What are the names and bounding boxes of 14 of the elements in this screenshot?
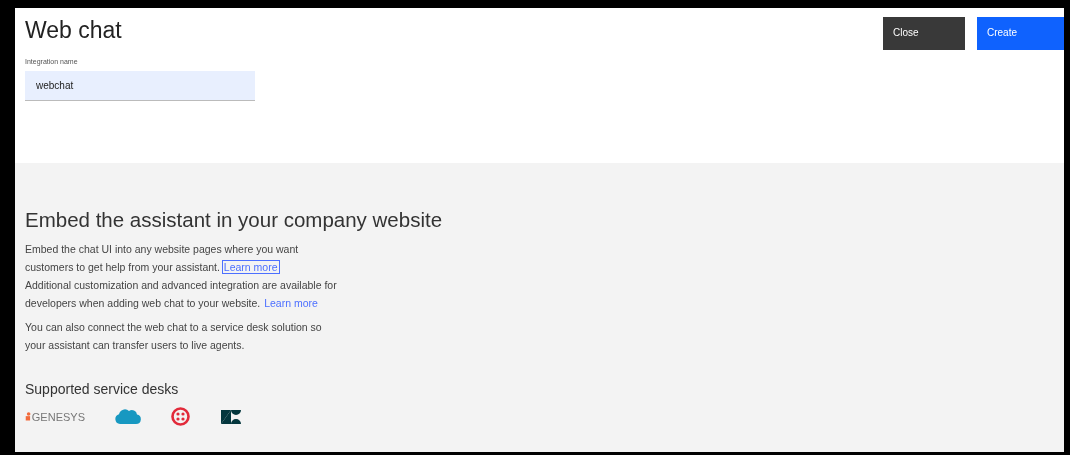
section-heading: Embed the assistant in your company website xyxy=(25,208,444,232)
close-button[interactable]: Close xyxy=(883,17,965,50)
description-paragraph: Additional customization and advanced integration are available for developers when adding web chat to your website. Learn more xyxy=(25,278,338,311)
page-title: Web chat xyxy=(25,17,123,44)
logo-text: GENESYS xyxy=(31,410,85,423)
create-button[interactable]: Create xyxy=(977,17,1064,50)
subsection-heading: Supported service desks xyxy=(25,381,180,397)
integration-name-field[interactable]: webchat xyxy=(25,71,255,101)
description-paragraph: You can also connect the web chat to a service desk solution so your assistant can transfer users to live agents. xyxy=(25,320,323,353)
description-paragraph: Embed the chat UI into any website pages where you want customers to get help from your assistant. Learn more xyxy=(25,242,300,275)
learn-more-link[interactable]: Learn more xyxy=(222,261,279,273)
ring-icon xyxy=(171,407,190,426)
learn-more-link[interactable]: Learn more xyxy=(263,297,319,309)
cloud-icon xyxy=(115,408,141,425)
